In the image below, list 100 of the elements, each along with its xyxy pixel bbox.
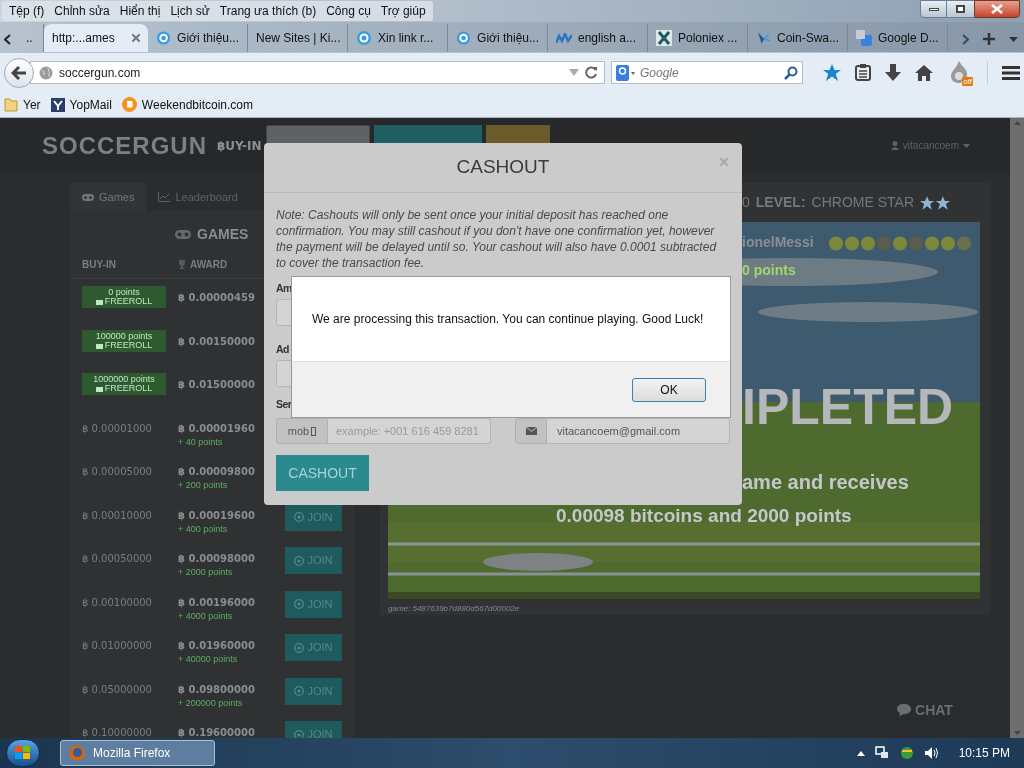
menu-item[interactable]: Lịch sử xyxy=(165,2,215,20)
menu-item[interactable]: Hiển thị xyxy=(114,2,166,20)
home-icon[interactable] xyxy=(915,64,933,81)
reload-icon[interactable] xyxy=(585,66,598,79)
coin-icon xyxy=(456,30,472,46)
buy-in-amount: ฿ 0.01000000 xyxy=(82,639,153,653)
windows-logo-icon xyxy=(15,746,31,760)
menu-icon[interactable] xyxy=(1002,65,1020,80)
globe-icon xyxy=(39,65,53,80)
phone-addon: mob xyxy=(276,418,328,445)
ok-button[interactable]: OK xyxy=(632,377,706,402)
bookmark[interactable]: YopMail xyxy=(50,95,112,114)
bookmark-star-icon[interactable] xyxy=(823,64,841,81)
cashout-note: Note: Cashouts will only be sent once your initial deposit has reached one confirmation. You may still cashout if you don't have one confirmation yet, however the payment will be delayed until so. Your cashout will also have 0.0001 subtracted to cover the transaction fee. xyxy=(276,207,718,271)
coin-icon xyxy=(356,30,372,46)
back-button[interactable] xyxy=(4,57,34,88)
result-message: 0.00098 bitcoins and 2000 points xyxy=(556,506,852,526)
bonus-points: + 40 points xyxy=(178,435,223,449)
buy-in-field[interactable] xyxy=(265,125,370,143)
taskbar-app[interactable]: Mozilla Firefox xyxy=(60,740,215,766)
column-header: AWARD xyxy=(190,258,228,272)
user-icon xyxy=(890,141,899,150)
browser-tab[interactable]: http:...ames xyxy=(44,24,148,52)
clock[interactable]: 10:15 PM xyxy=(958,744,1010,762)
menu-item[interactable]: Công cụ xyxy=(321,2,376,20)
award-amount: ฿ 0.09800000 xyxy=(178,682,255,697)
alert-message: We are processing this transaction. You can continue playing. Good Luck! xyxy=(312,311,704,328)
trophy-icon xyxy=(178,260,186,269)
translate-icon xyxy=(856,30,872,46)
address-field[interactable]: soccergun.com xyxy=(30,61,605,84)
network-icon[interactable] xyxy=(874,746,889,760)
ball-icon xyxy=(294,555,305,566)
dialog-title: CASHOUT xyxy=(456,155,550,180)
speech-bubble-icon xyxy=(897,704,912,716)
player-points: 0 points xyxy=(742,261,796,281)
field-label: Ad xyxy=(276,341,289,357)
menu-item[interactable]: Tệp (f) xyxy=(4,2,50,20)
coin-icon xyxy=(156,30,172,46)
bonus-points: + 40000 points xyxy=(178,653,238,666)
column-header: BUY-IN xyxy=(82,258,117,272)
award-amount: ฿ 0.00196000 xyxy=(178,595,255,610)
freeroll-badge[interactable]: 1000000 points FREEROLL xyxy=(82,373,166,395)
search-icon[interactable] xyxy=(784,65,798,80)
speaker-icon[interactable] xyxy=(924,746,939,760)
wave-icon xyxy=(556,33,572,43)
bookmark[interactable]: Weekendbitcoin.com xyxy=(121,95,253,114)
award-amount: ฿ 0.01500000 xyxy=(178,378,255,392)
level-number: 0 xyxy=(742,193,750,213)
award-amount: ฿ 0.00019600 xyxy=(178,508,255,523)
buy-in-amount: ฿ 0.10000000 xyxy=(82,726,153,738)
search-field[interactable]: Google xyxy=(640,63,780,82)
off-badge: off xyxy=(962,76,973,86)
menu-item[interactable]: Trợ giúp xyxy=(375,2,431,20)
bookmark[interactable]: Yer xyxy=(4,95,41,114)
download-icon[interactable] xyxy=(885,64,901,81)
y-logo-icon xyxy=(50,97,65,112)
buy-in-amount: ฿ 0.00005000 xyxy=(82,465,153,479)
games-heading: GAMES xyxy=(197,224,249,244)
start-button[interactable] xyxy=(6,739,40,767)
close-button[interactable] xyxy=(974,0,1020,18)
menu-item[interactable]: Chỉnh sửa xyxy=(49,2,115,20)
level-value: CHROME STAR xyxy=(811,193,914,213)
ball-icon xyxy=(294,686,305,696)
gamepad-icon xyxy=(82,193,94,201)
site-logo[interactable]: SOCCERGUN xyxy=(42,127,207,164)
scroll-right-icon[interactable] xyxy=(962,33,969,45)
field-label: Ser xyxy=(276,396,292,412)
award-amount: ฿ 0.00150000 xyxy=(178,334,255,349)
menu-item[interactable]: Trang ưa thích (b) xyxy=(214,2,322,20)
gift-icon xyxy=(95,298,103,305)
game-id: game: 5487639b7d880d567d00002e xyxy=(388,603,521,615)
freeroll-badge[interactable]: 0 points FREEROLL xyxy=(82,286,166,308)
close-tab-icon[interactable] xyxy=(132,34,140,42)
ball-icon xyxy=(294,512,305,522)
tray-arrow-icon[interactable] xyxy=(856,750,865,756)
chart-icon xyxy=(158,192,171,202)
gamepad-icon xyxy=(175,229,191,239)
clipboard-icon[interactable] xyxy=(855,64,871,81)
google-icon xyxy=(616,64,636,81)
buy-in-amount: ฿ 0.00010000 xyxy=(82,508,153,523)
freeroll-badge[interactable]: 100000 points FREEROLL xyxy=(82,329,166,352)
new-tab-icon[interactable] xyxy=(983,33,995,45)
result-message: ame and receives xyxy=(742,472,909,493)
search-box[interactable]: Google xyxy=(611,61,803,84)
x-logo-icon xyxy=(656,30,672,46)
two-stars-icon xyxy=(920,195,950,210)
dropdown-icon[interactable] xyxy=(1009,36,1018,42)
email-field[interactable]: vitacancoem@gmail.com xyxy=(547,418,730,445)
level-label: LEVEL: xyxy=(755,193,806,213)
bonus-points: + 4000 points xyxy=(178,609,233,623)
globe-icon[interactable] xyxy=(898,746,915,760)
scroll-left-icon[interactable] xyxy=(4,33,11,45)
caret-icon xyxy=(963,143,970,148)
bonus-points: + 200000 points xyxy=(178,696,243,710)
gift-icon xyxy=(95,341,103,349)
gift-icon xyxy=(95,385,103,392)
firefox-icon xyxy=(69,745,85,761)
award-amount: ฿ 0.00098000 xyxy=(178,552,255,566)
minimize-button[interactable] xyxy=(920,0,947,18)
restore-button[interactable] xyxy=(947,0,974,18)
